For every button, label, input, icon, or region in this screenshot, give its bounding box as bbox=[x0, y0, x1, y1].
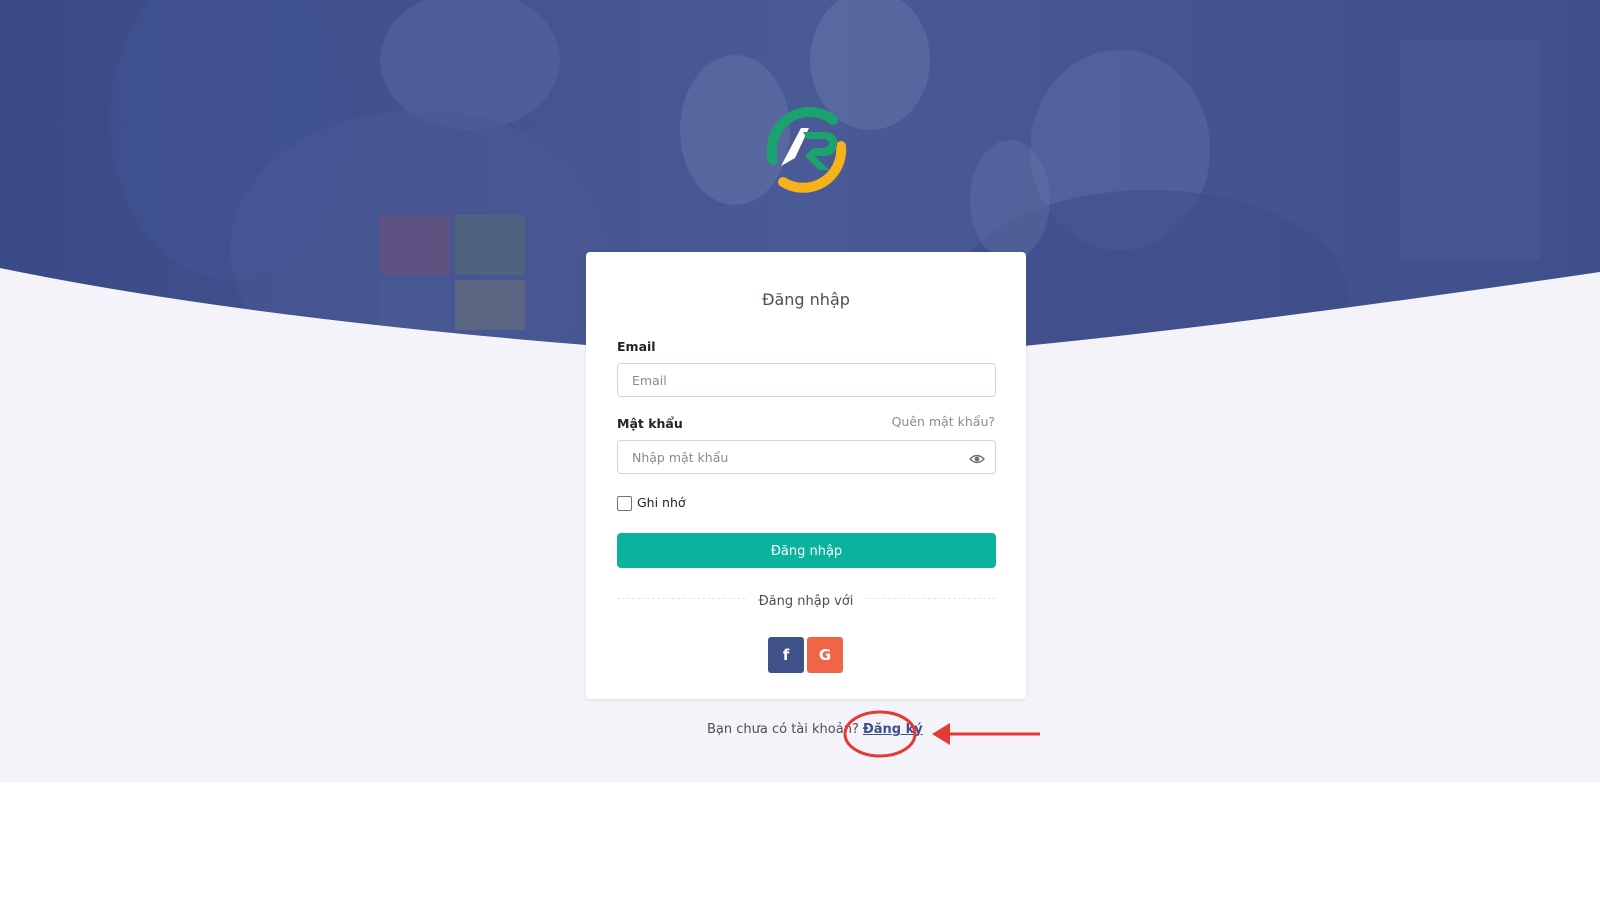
password-label: Mật khẩu bbox=[617, 416, 683, 431]
email-label: Email bbox=[617, 339, 656, 354]
eye-icon[interactable] bbox=[969, 451, 985, 467]
remember-checkbox[interactable] bbox=[617, 496, 632, 511]
card-title: Đăng nhập bbox=[762, 290, 850, 309]
signup-prompt-text: Bạn chưa có tài khoản? bbox=[707, 722, 859, 737]
arrow-left-icon bbox=[932, 723, 950, 745]
facebook-login-button[interactable]: f bbox=[768, 637, 804, 673]
remember-label: Ghi nhớ bbox=[637, 494, 686, 510]
highlight-circle bbox=[843, 710, 917, 758]
email-input[interactable] bbox=[617, 363, 996, 397]
google-icon: G bbox=[818, 646, 832, 664]
login-page: Đăng nhập Email Mật khẩu Quên mật khẩu? … bbox=[0, 0, 1600, 900]
login-button[interactable]: Đăng nhập bbox=[617, 533, 996, 568]
forgot-password-link[interactable]: Quên mật khẩu? bbox=[892, 414, 995, 429]
ar-logo bbox=[755, 98, 855, 198]
facebook-icon: f bbox=[782, 646, 790, 664]
annotation-overlay bbox=[843, 710, 1040, 758]
google-login-button[interactable]: G bbox=[807, 637, 843, 673]
social-divider: Đăng nhập với bbox=[586, 590, 1026, 609]
login-card: Đăng nhập Email Mật khẩu Quên mật khẩu? … bbox=[586, 252, 1026, 699]
remember-me: Ghi nhớ bbox=[617, 493, 686, 511]
social-divider-label: Đăng nhập với bbox=[746, 594, 866, 609]
password-input[interactable] bbox=[617, 440, 996, 474]
